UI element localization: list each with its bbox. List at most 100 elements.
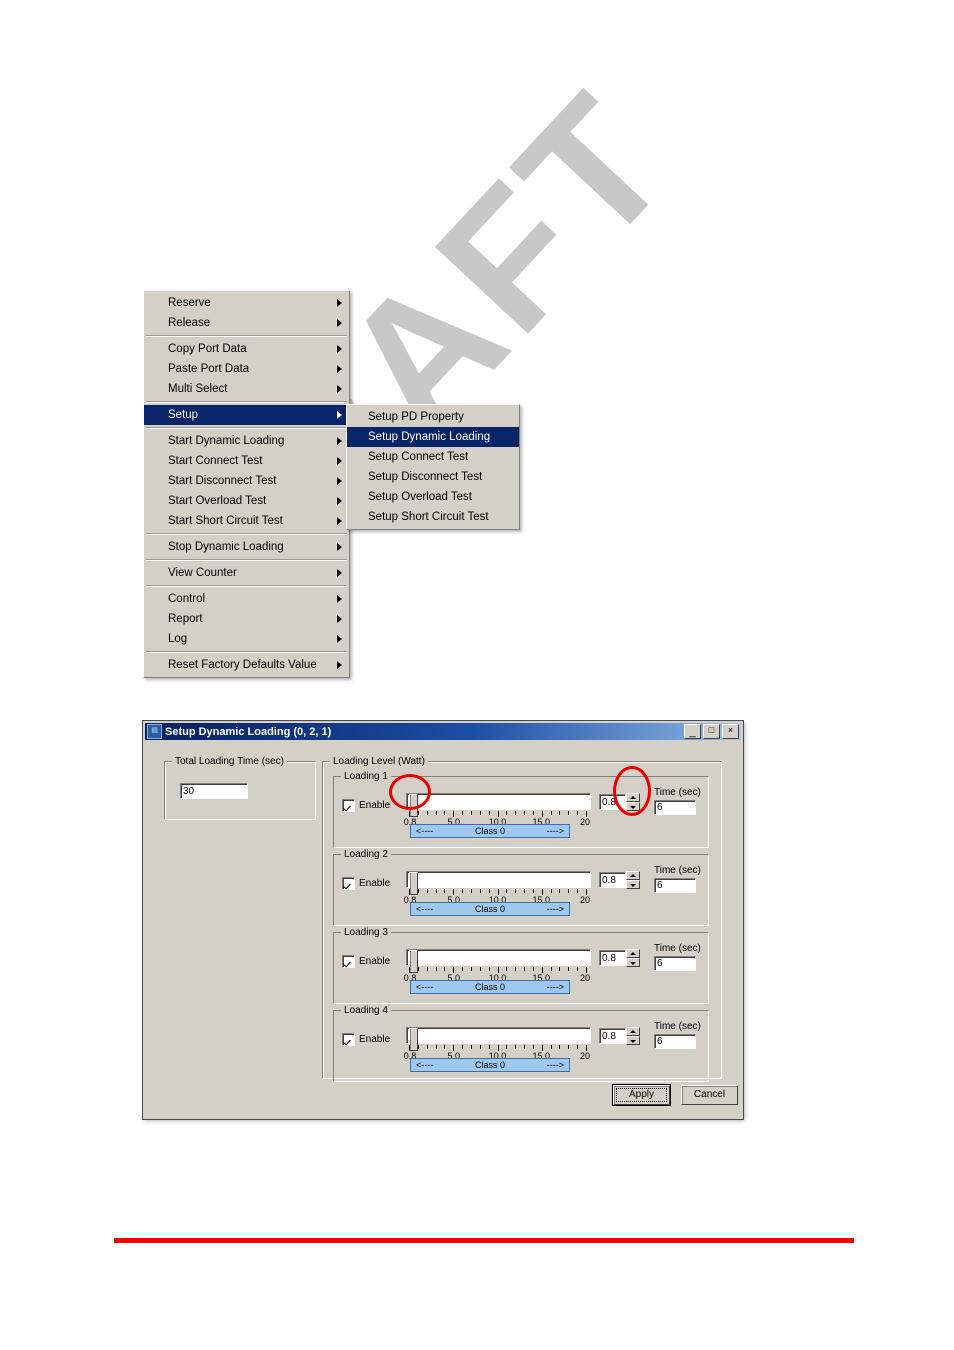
- slider-tick: [479, 889, 481, 893]
- slider-tick: [426, 811, 428, 815]
- maximize-button[interactable]: □: [703, 724, 720, 739]
- context-menu-item-label: Setup: [168, 409, 199, 421]
- class-range-bar: <---- Class 0 ---->: [410, 980, 570, 994]
- enable-checkbox[interactable]: [342, 955, 355, 968]
- minimize-button[interactable]: _: [684, 724, 701, 739]
- stepper-down-icon[interactable]: [626, 880, 640, 889]
- dialog-titlebar[interactable]: ▤ Setup Dynamic Loading (0, 2, 1) _ □ ×: [145, 723, 741, 740]
- slider-tick: [568, 1045, 570, 1049]
- close-icon: ×: [727, 725, 734, 735]
- stepper-down-icon[interactable]: [626, 802, 640, 811]
- context-menu-item-label: Copy Port Data: [168, 343, 247, 355]
- time-input[interactable]: 6: [654, 800, 696, 815]
- slider-tick: [568, 889, 570, 893]
- loading-slider[interactable]: 0.8 5.0 10.0 15.0 20: [404, 793, 591, 828]
- slider-tick: [577, 967, 579, 971]
- close-button[interactable]: ×: [722, 724, 739, 739]
- slider-tick: [515, 967, 517, 971]
- slider-tick: [444, 889, 446, 893]
- enable-checkbox[interactable]: [342, 799, 355, 812]
- context-menu-item-label: Start Disconnect Test: [168, 475, 277, 487]
- context-menu-item-release[interactable]: Release: [144, 313, 349, 333]
- slider-tick: [577, 811, 579, 815]
- submenu-item-setup-connect-test[interactable]: Setup Connect Test: [347, 447, 519, 467]
- time-input[interactable]: 6: [654, 878, 696, 893]
- loading-value-input[interactable]: 0.8: [599, 794, 626, 810]
- context-menu-item-report[interactable]: Report: [144, 609, 349, 629]
- stepper-up-icon[interactable]: [626, 871, 640, 880]
- dialog-title: Setup Dynamic Loading (0, 2, 1): [165, 725, 332, 738]
- loading-value-stepper[interactable]: [626, 949, 640, 967]
- context-menu-item-control[interactable]: Control: [144, 589, 349, 609]
- chevron-right-icon: [337, 517, 342, 525]
- submenu-item-setup-disconnect-test[interactable]: Setup Disconnect Test: [347, 467, 519, 487]
- context-menu-item-paste-port-data[interactable]: Paste Port Data: [144, 359, 349, 379]
- context-menu-item-start-overload-test[interactable]: Start Overload Test: [144, 491, 349, 511]
- context-menu-item-stop-dynamic-loading[interactable]: Stop Dynamic Loading: [144, 537, 349, 557]
- loading-group-3: Loading 3 Enable 0.8 5.0 10.0 15.0 20 <---- Clas…: [333, 927, 709, 1004]
- loading-value-stepper[interactable]: [626, 871, 640, 889]
- cancel-button[interactable]: Cancel: [681, 1085, 738, 1105]
- submenu-item-setup-short-circuit-test[interactable]: Setup Short Circuit Test: [347, 507, 519, 527]
- window-buttons: _ □ ×: [684, 724, 739, 739]
- chevron-right-icon: [337, 345, 342, 353]
- slider-tick: [444, 967, 446, 971]
- submenu-item-setup-pd-property[interactable]: Setup PD Property: [347, 407, 519, 427]
- submenu-item-setup-dynamic-loading[interactable]: Setup Dynamic Loading: [347, 427, 519, 447]
- context-menu-item-start-short-circuit-test[interactable]: Start Short Circuit Test: [144, 511, 349, 531]
- class-range-bar: <---- Class 0 ---->: [410, 902, 570, 916]
- context-menu-item-label: Reset Factory Defaults Value: [168, 659, 317, 671]
- slider-track[interactable]: [406, 949, 591, 973]
- context-menu-item-multi-select[interactable]: Multi Select: [144, 379, 349, 399]
- context-menu-item-start-disconnect-test[interactable]: Start Disconnect Test: [144, 471, 349, 491]
- time-label: Time (sec): [654, 943, 701, 954]
- enable-checkbox[interactable]: [342, 1033, 355, 1046]
- maximize-icon: □: [708, 725, 715, 735]
- context-menu-item-log[interactable]: Log: [144, 629, 349, 649]
- loading-value-input[interactable]: 0.8: [599, 950, 626, 966]
- stepper-up-icon[interactable]: [626, 1027, 640, 1036]
- context-menu-item-setup[interactable]: Setup: [144, 405, 349, 425]
- loading-value-stepper[interactable]: [626, 1027, 640, 1045]
- stepper-up-icon[interactable]: [626, 793, 640, 802]
- loading-slider[interactable]: 0.8 5.0 10.0 15.0 20: [404, 949, 591, 984]
- context-menu-item-start-dynamic-loading[interactable]: Start Dynamic Loading: [144, 431, 349, 451]
- slider-track[interactable]: [406, 871, 591, 895]
- total-loading-time-input[interactable]: 30: [180, 783, 248, 799]
- slider-tick: [524, 1045, 526, 1049]
- time-input[interactable]: 6: [654, 956, 696, 971]
- slider-tick: [532, 1045, 534, 1049]
- submenu-item-setup-overload-test[interactable]: Setup Overload Test: [347, 487, 519, 507]
- loading-slider[interactable]: 0.8 5.0 10.0 15.0 20: [404, 871, 591, 906]
- context-menu-item-view-counter[interactable]: View Counter: [144, 563, 349, 583]
- slider-tick: [435, 811, 437, 815]
- menu-separator: [146, 335, 347, 337]
- stepper-up-icon[interactable]: [626, 949, 640, 958]
- context-menu-item-start-connect-test[interactable]: Start Connect Test: [144, 451, 349, 471]
- context-menu-item-reset-factory-defaults-value[interactable]: Reset Factory Defaults Value: [144, 655, 349, 675]
- enable-row: Enable: [342, 1033, 390, 1046]
- slider-tick-label: 20: [579, 973, 591, 983]
- slider-track[interactable]: [406, 1027, 591, 1051]
- menu-separator: [146, 651, 347, 653]
- slider-tick: [559, 889, 561, 893]
- slider-tick: [488, 811, 490, 815]
- loading-value-stepper[interactable]: [626, 793, 640, 811]
- loading-slider[interactable]: 0.8 5.0 10.0 15.0 20: [404, 1027, 591, 1062]
- context-menu-item-copy-port-data[interactable]: Copy Port Data: [144, 339, 349, 359]
- loading-value-input[interactable]: 0.8: [599, 872, 626, 888]
- loading-value-input[interactable]: 0.8: [599, 1028, 626, 1044]
- stepper-down-icon[interactable]: [626, 1036, 640, 1045]
- enable-checkbox[interactable]: [342, 877, 355, 890]
- time-input[interactable]: 6: [654, 1034, 696, 1049]
- slider-tick: [568, 967, 570, 971]
- class-label: Class 0: [474, 904, 505, 914]
- slider-tick: [524, 811, 526, 815]
- stepper-down-icon[interactable]: [626, 958, 640, 967]
- context-menu-item-reserve[interactable]: Reserve: [144, 293, 349, 313]
- slider-tick: [426, 967, 428, 971]
- slider-tick: [568, 811, 570, 815]
- slider-tick: [559, 967, 561, 971]
- slider-track[interactable]: [406, 793, 591, 817]
- apply-button[interactable]: Apply: [612, 1084, 671, 1106]
